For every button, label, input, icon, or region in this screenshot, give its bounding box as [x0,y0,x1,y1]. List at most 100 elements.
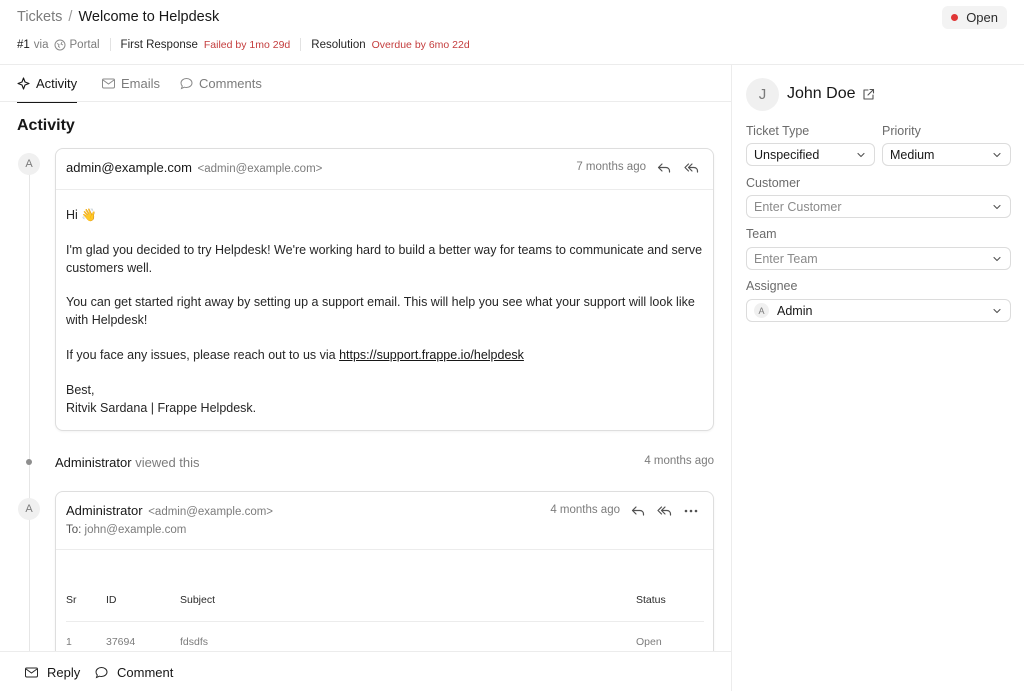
email-body: Hi 👋 I'm glad you decided to try Helpdes… [66,206,706,426]
page-title: Welcome to Helpdesk [78,9,220,25]
via-label: via [33,38,49,51]
globe-icon [54,39,66,51]
email-paragraph: If you face any issues, please reach out… [66,346,706,364]
activity-title: Activity [17,117,75,134]
column-header: Sr [66,594,77,606]
activity-icon [17,77,30,90]
reply-button[interactable]: Reply [25,652,80,691]
email-card-header: Administrator <admin@example.com> To: jo… [56,492,713,550]
ticket-id: #1 [17,38,30,51]
assignee-select[interactable]: A Admin [746,299,1011,322]
first-response-status: Failed by 1mo 29d [203,38,291,51]
chevron-down-icon [993,256,1001,261]
comment-icon [180,77,193,90]
tab-activity[interactable]: Activity [17,65,78,103]
tab-label: Emails [121,76,161,91]
chevron-down-icon [857,152,865,157]
avatar: A [18,498,40,520]
mail-icon [102,78,115,89]
email-signature: Ritvik Sardana | Frappe Helpdesk. [66,401,257,415]
select-placeholder: Enter Customer [754,199,842,214]
tab-label: Comments [199,76,262,91]
sender-name: admin@example.com [66,160,192,175]
chevron-down-icon [993,308,1001,313]
ticket-type-label: Ticket Type [746,124,810,138]
view-action: viewed this [135,455,200,470]
view-actor: Administrator [55,455,132,470]
table-cell: Open [636,636,662,648]
sender-name: Administrator [66,503,143,518]
email-time: 4 months ago [550,504,620,516]
reply-icon[interactable] [629,502,647,520]
breadcrumb-tickets[interactable]: Tickets [17,9,62,25]
email-time: 7 months ago [576,161,646,173]
resolution-label: Resolution [311,38,366,51]
contact-avatar: J [746,78,779,111]
sender-email: <admin@example.com> [148,506,274,518]
timeline-line [29,160,30,651]
breadcrumb: Tickets / Welcome to Helpdesk [17,9,219,25]
resolution-status: Overdue by 6mo 22d [371,38,470,51]
avatar: A [754,303,769,318]
email-text: If you face any issues, please reach out… [66,348,340,362]
reply-label: Reply [47,664,81,680]
reply-icon[interactable] [655,159,673,177]
tab-label: Activity [36,76,78,91]
status-dot-icon [951,14,959,21]
assignee-label: Assignee [746,279,798,293]
tab-bar: Activity Emails Comments [0,65,731,103]
select-placeholder: Enter Team [754,251,818,266]
sender-email: <admin@example.com> [197,163,323,175]
email-sender: admin@example.com <admin@example.com> [66,160,322,175]
table-divider [66,621,704,622]
meta-divider [109,38,111,51]
comment-button[interactable]: Comment [95,652,173,691]
customer-select[interactable]: Enter Customer [746,195,1011,218]
channel-label: Portal [69,38,100,51]
email-greeting: Hi 👋 [66,208,97,222]
status-dropdown[interactable]: Open [942,6,1007,29]
tab-comments[interactable]: Comments [180,65,262,102]
composer-bar: Reply Comment [0,651,731,691]
reply-all-icon[interactable] [655,502,673,520]
email-recipient: To: john@example.com [66,524,186,536]
status-label: Open [966,10,998,25]
email-card: Administrator <admin@example.com> To: jo… [55,491,714,651]
view-time: 4 months ago [644,455,714,467]
email-sender: Administrator <admin@example.com> [66,503,273,518]
activity-panel[interactable]: Activity A admin@example.com <admin@exam… [0,102,731,651]
support-link[interactable]: https://support.frappe.io/helpdesk [339,348,524,362]
select-value: Unspecified [754,147,820,162]
column-header: ID [106,594,117,606]
to-value: john@example.com [84,524,187,536]
breadcrumb-separator: / [68,9,73,25]
chevron-down-icon [993,152,1001,157]
chevron-down-icon [993,204,1001,209]
contact-name: John Doe [787,85,856,102]
external-link-icon[interactable] [862,88,875,101]
ticket-header: Tickets / Welcome to Helpdesk Open #1 vi… [0,0,1024,65]
table-cell: 1 [66,636,72,648]
team-select[interactable]: Enter Team [746,247,1011,270]
tab-emails[interactable]: Emails [102,65,160,102]
comment-label: Comment [117,664,174,680]
column-header: Subject [180,594,216,606]
meta-divider [300,38,302,51]
ticket-meta: #1 via Portal First Response Failed by 1… [17,38,470,51]
view-event: Administrator viewed this [55,455,200,470]
table-cell: fdsdfs [180,636,209,648]
priority-label: Priority [882,124,921,138]
email-card-header: admin@example.com <admin@example.com> 7 … [56,149,713,190]
priority-select[interactable]: Medium [882,143,1011,166]
select-value: Medium [890,147,935,162]
comment-icon [95,666,108,679]
more-icon[interactable] [682,502,700,520]
ticket-type-select[interactable]: Unspecified [746,143,875,166]
column-header: Status [636,594,666,606]
email-paragraph: You can get started right away by settin… [66,295,695,327]
reply-all-icon[interactable] [682,159,700,177]
select-value: Admin [777,303,813,318]
first-response-label: First Response [120,38,198,51]
ticket-sidebar: J John Doe Ticket Type Unspecified Prior… [731,65,1024,691]
avatar: A [18,153,40,175]
